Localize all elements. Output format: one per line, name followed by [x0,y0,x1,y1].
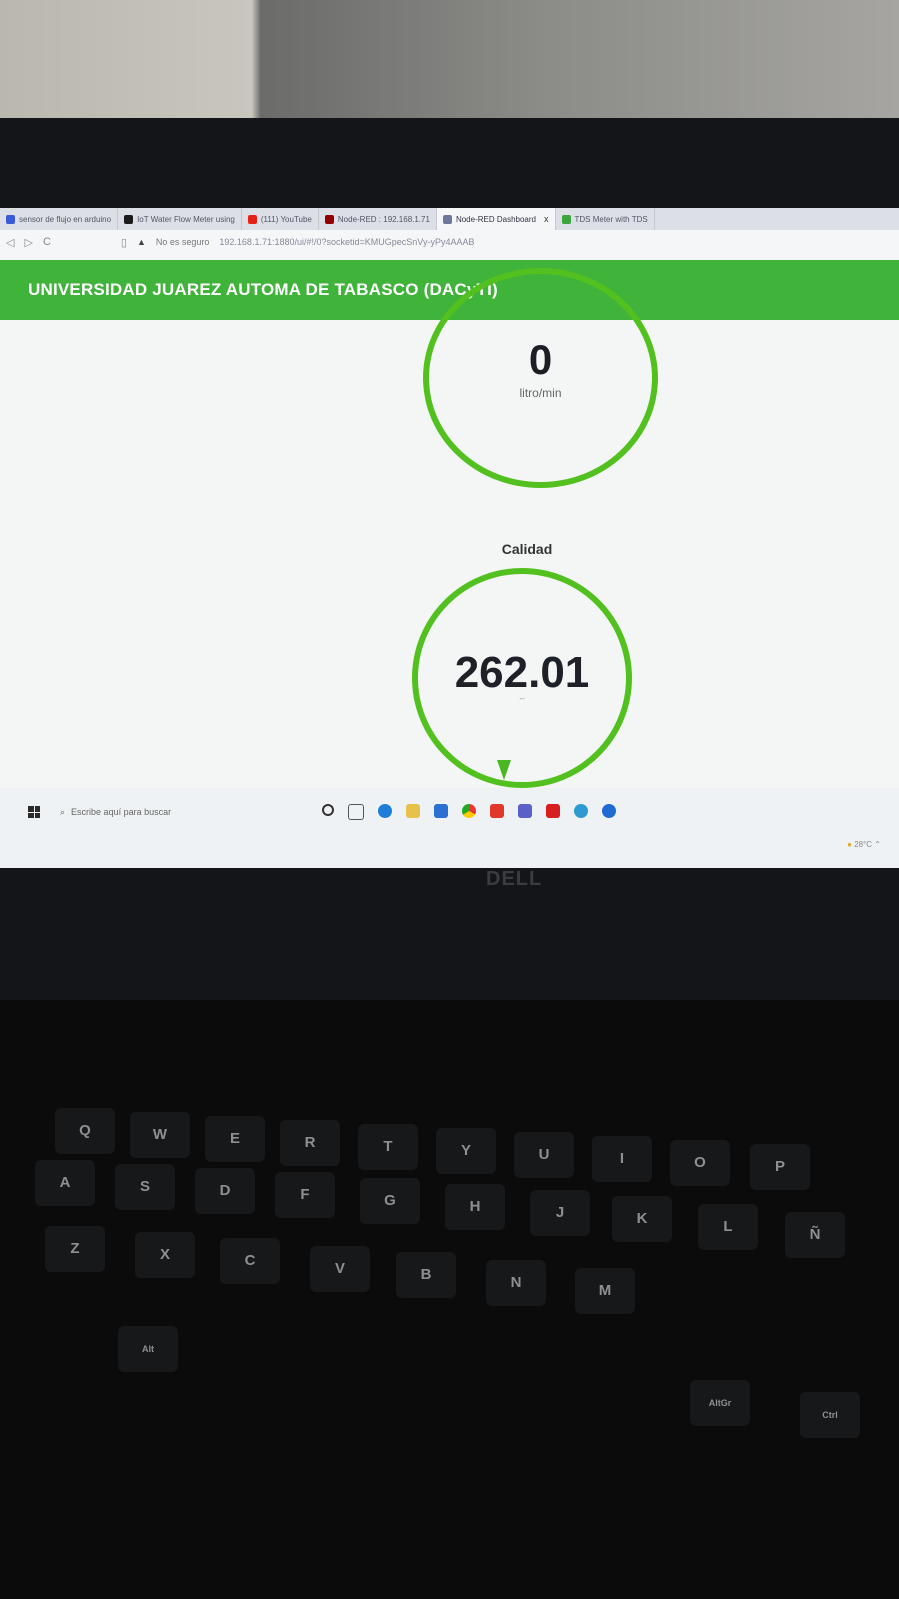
windows-taskbar: ⌕ Escribe aquí para buscar ● 28°C ⌃ [0,788,899,868]
tab-tds-meter[interactable]: TDS Meter with TDS [556,208,655,230]
key-p: P [750,1144,810,1190]
brave-icon[interactable] [490,804,504,818]
app-icon[interactable] [602,804,616,818]
tab-nodered[interactable]: Node-RED : 192.168.1.71 [319,208,437,230]
task-view-icon[interactable] [348,804,364,820]
browser-tab-bar: sensor de flujo en arduino IoT Water Flo… [0,208,899,230]
tab-sensor-flujo[interactable]: sensor de flujo en arduino [0,208,119,230]
forward-icon[interactable]: ▷ [24,236,32,249]
key-u: U [514,1132,574,1178]
close-tab-icon[interactable]: x [544,214,549,224]
key-o: O [670,1140,730,1186]
laptop-screen: sensor de flujo en arduino IoT Water Flo… [0,208,899,868]
key-n: N [486,1260,546,1306]
key-f: F [275,1172,335,1218]
chrome-icon[interactable] [462,804,476,818]
share-icon [442,214,452,224]
url-input[interactable]: 192.168.1.71:1880/ui/#!/0?socketid=KMUGp… [219,237,474,247]
key-j: J [530,1190,590,1236]
key-a: A [35,1160,95,1206]
chrome-alt-icon[interactable] [574,804,588,818]
tab-nodered-dashboard[interactable]: Node-RED Dashboard x [436,208,556,230]
taskbar-search[interactable]: ⌕ Escribe aquí para buscar [60,807,310,818]
key-r: R [280,1120,340,1166]
teams-icon[interactable] [518,804,532,818]
key-ctrl: Ctrl [800,1392,860,1438]
key-s: S [115,1164,175,1210]
key-k: K [612,1196,672,1242]
key-m: M [575,1268,635,1314]
cortana-icon[interactable] [322,804,334,816]
edge-icon[interactable] [378,804,392,818]
store-icon[interactable] [434,804,448,818]
reload-icon[interactable]: C [43,236,51,248]
key-b: B [396,1252,456,1298]
gauge-needle-icon [497,760,511,780]
nodered-icon [324,214,334,224]
dell-logo: DELL [486,868,543,890]
windows-start-icon[interactable] [28,806,40,818]
address-bar: ◁ ▷ C ▯ ▲ No es seguro 192.168.1.71:1880… [0,230,899,254]
page-title: UNIVERSIDAD JUAREZ AUTOMA DE TABASCO (DA… [28,280,498,299]
background-wall [0,0,899,130]
temperature-label[interactable]: 28°C [854,840,872,849]
quality-gauge-value: 262.01 [454,648,590,697]
key-alt: Alt [118,1326,178,1372]
key-d: D [195,1168,255,1214]
dollar-icon [561,214,571,224]
laptop-keyboard: Q W E R T Y U I O P A S D F G H J K L Ñ … [0,1000,899,1599]
flow-gauge-value: 0 [528,336,553,383]
chevron-up-icon[interactable]: ⌃ [874,840,881,849]
file-explorer-icon[interactable] [406,804,420,818]
search-icon: ⌕ [60,806,66,817]
acrobat-icon[interactable] [546,804,560,818]
tab-youtube[interactable]: (111) YouTube [242,208,319,230]
key-y: Y [436,1128,496,1174]
quality-gauge-title: Calidad [501,541,553,557]
key-t: T [358,1124,418,1170]
tab-iot-water[interactable]: IoT Water Flow Meter using [118,208,242,230]
e-icon [124,214,134,224]
key-altgr: AltGr [690,1380,750,1426]
weather-icon: ● [847,840,852,849]
key-w: W [130,1112,190,1158]
warning-icon: ▲ [136,237,146,247]
system-tray: ● 28°C ⌃ [847,840,881,849]
key-x: X [135,1232,195,1278]
key-q: Q [55,1108,115,1154]
quality-gauge-unit: -- [519,694,525,703]
page-icon: ▯ [120,236,127,249]
key-e: E [205,1116,265,1162]
key-l: L [698,1204,758,1250]
key-g: G [360,1178,420,1224]
back-icon[interactable]: ◁ [6,236,14,249]
grid-icon [6,214,15,224]
key-z: Z [45,1226,105,1272]
key-n-tilde: Ñ [785,1212,845,1258]
youtube-icon [247,214,257,224]
key-h: H [445,1184,505,1230]
key-i: I [592,1136,652,1182]
key-v: V [310,1246,370,1292]
security-label[interactable]: No es seguro [156,237,210,247]
key-c: C [220,1238,280,1284]
flow-gauge-unit: litro/min [519,386,562,400]
